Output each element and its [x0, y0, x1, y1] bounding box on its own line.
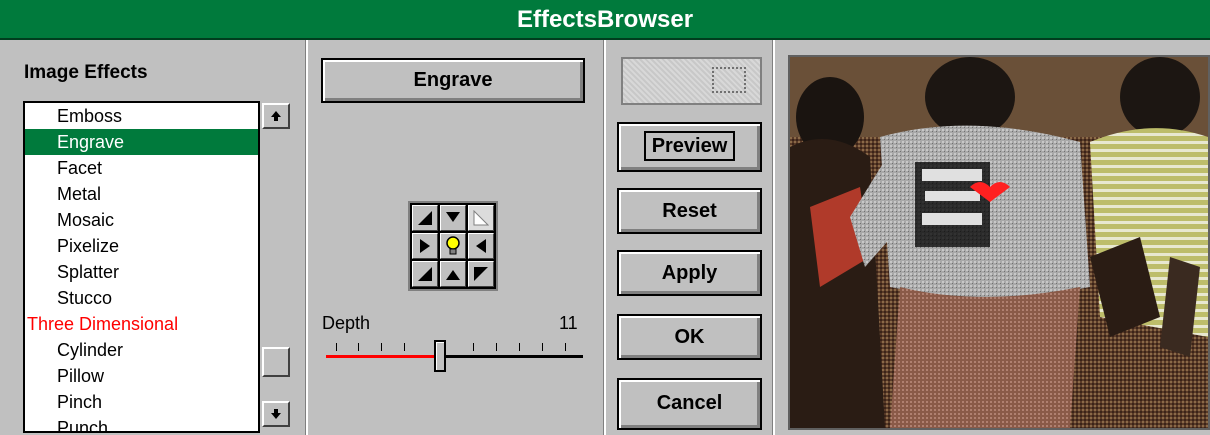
light-dir-bottom[interactable]: [440, 261, 466, 287]
slider-tick: [358, 343, 359, 351]
effect-name-button[interactable]: Engrave: [321, 58, 585, 103]
arrow-right-icon: [420, 239, 430, 253]
arrow-down-left-icon: [474, 267, 488, 281]
effect-list-item[interactable]: Metal: [25, 181, 291, 207]
depth-slider-thumb[interactable]: [434, 340, 446, 372]
ok-button-label: OK: [674, 326, 705, 348]
slider-tick: [336, 343, 337, 351]
light-dir-left[interactable]: [412, 233, 438, 259]
light-direction-grid[interactable]: [408, 201, 498, 291]
preview-button-label: Preview: [643, 131, 736, 161]
list-category-header[interactable]: Three Dimensional: [25, 311, 291, 337]
title-bar: EffectsBrowser: [0, 0, 1210, 40]
arrow-up-icon: [446, 270, 460, 280]
depth-label: Depth: [322, 313, 371, 333]
scroll-up-button[interactable]: [262, 103, 290, 129]
arrow-down-icon: [271, 409, 281, 419]
light-dir-bottom-right[interactable]: [468, 261, 494, 287]
ok-button[interactable]: OK: [617, 314, 762, 360]
apply-button[interactable]: Apply: [617, 250, 762, 296]
effect-list-item[interactable]: Pinch: [25, 389, 291, 415]
slider-tick: [496, 343, 497, 351]
effects-listbox[interactable]: Emboss Engrave Facet Metal Mosaic Pixelize Spl…: [23, 101, 293, 433]
effect-list-item[interactable]: Facet: [25, 155, 291, 181]
panel-divider: [305, 40, 308, 435]
effect-list-item[interactable]: Splatter: [25, 259, 291, 285]
light-dir-bottom-left[interactable]: [412, 261, 438, 287]
arrow-up-left-icon: [418, 211, 432, 225]
cancel-button-label: Cancel: [656, 392, 723, 414]
preview-photo: [790, 57, 1208, 428]
preview-button[interactable]: Preview: [617, 122, 762, 172]
depth-slider-track: [440, 355, 583, 358]
arrow-down-right-icon: [418, 267, 432, 281]
slider-tick: [404, 343, 405, 351]
image-effects-heading: Image Effects: [24, 62, 148, 83]
scroll-thumb[interactable]: [262, 347, 290, 377]
apply-button-label: Apply: [661, 262, 718, 284]
effect-list-item[interactable]: Emboss: [25, 103, 291, 129]
effect-list-item[interactable]: Stucco: [25, 285, 291, 311]
preview-area-swatch: [621, 57, 762, 105]
slider-tick: [565, 343, 566, 351]
panel-divider: [772, 40, 775, 435]
slider-tick: [519, 343, 520, 351]
window-title: EffectsBrowser: [516, 6, 694, 33]
marquee-icon: [712, 67, 746, 93]
effect-list-item[interactable]: Punch: [25, 415, 291, 431]
effect-list-item[interactable]: Mosaic: [25, 207, 291, 233]
slider-tick: [542, 343, 543, 351]
slider-tick: [473, 343, 474, 351]
arrow-left-icon: [476, 239, 486, 253]
effect-list-item[interactable]: Cylinder: [25, 337, 291, 363]
scroll-down-button[interactable]: [262, 401, 290, 427]
depth-slider-fill: [326, 355, 440, 358]
lightbulb-icon: [446, 236, 460, 255]
cancel-button[interactable]: Cancel: [617, 378, 762, 430]
effect-list-item[interactable]: Pillow: [25, 363, 291, 389]
slider-tick: [381, 343, 382, 351]
effects-scrollbar[interactable]: [258, 101, 293, 433]
light-dir-top-left[interactable]: [412, 205, 438, 231]
panel-divider: [603, 40, 606, 435]
light-dir-top[interactable]: [440, 205, 466, 231]
light-dir-top-right[interactable]: [468, 205, 494, 231]
arrow-down-icon: [446, 212, 460, 222]
preview-image: [788, 55, 1210, 430]
depth-value: 11: [559, 313, 578, 333]
reset-button-label: Reset: [662, 200, 717, 222]
reset-button[interactable]: Reset: [617, 188, 762, 234]
light-dir-right[interactable]: [468, 233, 494, 259]
arrow-up-icon: [271, 111, 281, 121]
effect-list-item[interactable]: Engrave: [25, 129, 291, 155]
corner-triangle-icon: [473, 210, 489, 226]
light-dir-center[interactable]: [440, 233, 466, 259]
effect-list-item[interactable]: Pixelize: [25, 233, 291, 259]
effect-name-label: Engrave: [413, 69, 493, 91]
